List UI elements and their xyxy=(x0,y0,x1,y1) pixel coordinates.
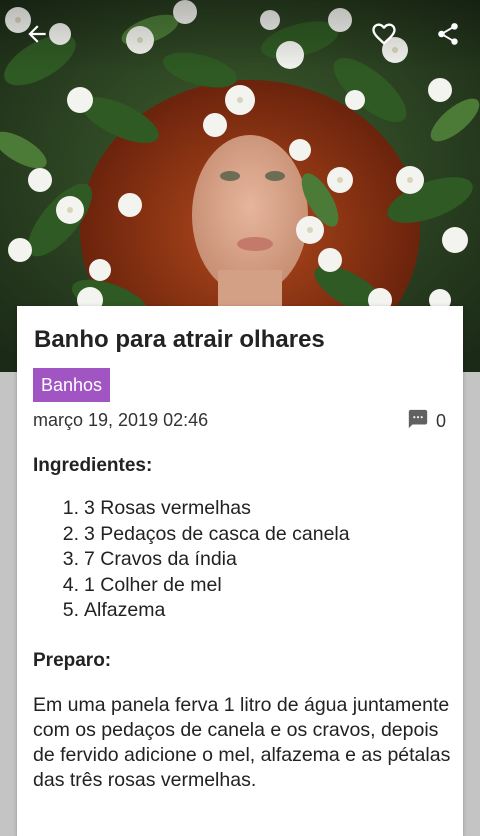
list-item: 5. Alfazema xyxy=(62,599,166,621)
list-item: 1. 3 Rosas vermelhas xyxy=(62,497,251,519)
favorite-button[interactable] xyxy=(362,14,406,58)
category-tag[interactable]: Banhos xyxy=(33,368,111,402)
list-item: 3. 7 Cravos da índia xyxy=(62,548,237,570)
share-icon xyxy=(435,21,461,52)
comment-count: 0 xyxy=(435,410,446,431)
post-card: Banho para atrair olhares Banhos março 1… xyxy=(17,306,463,836)
preparation-text: Em uma panela ferva 1 litro de água junt… xyxy=(33,694,451,791)
top-app-bar xyxy=(0,0,480,72)
post-date: março 19, 2019 02:46 xyxy=(33,410,209,430)
comments-button[interactable]: 0 xyxy=(407,409,446,433)
list-item: 2. 3 Pedaços de casca de canela xyxy=(62,522,350,545)
share-button[interactable] xyxy=(426,14,470,58)
list-item: 4. 1 Colher de mel xyxy=(62,573,222,596)
preparation-heading: Preparo: xyxy=(33,650,112,671)
arrow-left-icon xyxy=(24,21,50,52)
ingredients-heading: Ingredientes: xyxy=(33,455,153,476)
back-button[interactable] xyxy=(15,14,59,58)
heart-outline-icon xyxy=(370,20,398,53)
ingredients-list: 1. 3 Rosas vermelhas 2. 3 Pedaços de casca… xyxy=(33,496,350,624)
comment-icon xyxy=(407,408,429,435)
post-title: Banho para atrair olhares xyxy=(34,326,325,353)
